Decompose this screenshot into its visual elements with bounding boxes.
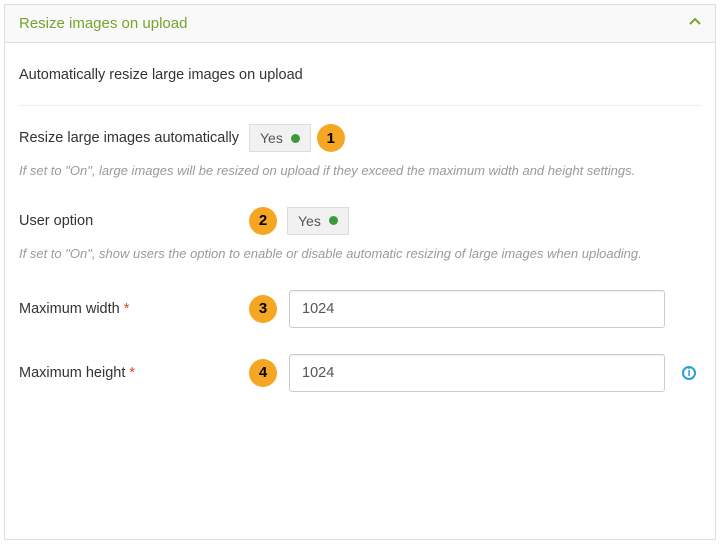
required-marker: * — [129, 365, 135, 381]
toggle-user-option-text: Yes — [298, 213, 321, 229]
panel-title: Resize images on upload — [19, 15, 187, 32]
status-dot-icon — [329, 216, 338, 225]
annotation-badge-2: 2 — [249, 207, 277, 235]
required-marker: * — [124, 301, 130, 317]
collapse-toggle-icon[interactable] — [689, 16, 701, 31]
field-max-width: Maximum width * 3 — [19, 290, 701, 328]
divider — [19, 105, 701, 106]
label-max-height: Maximum height * — [19, 365, 249, 381]
label-max-height-text: Maximum height — [19, 365, 125, 381]
section-description: Automatically resize large images on upl… — [19, 67, 701, 83]
panel-body: Automatically resize large images on upl… — [5, 43, 715, 392]
input-max-width[interactable] — [289, 290, 665, 328]
help-user-option: If set to "On", show users the option to… — [19, 245, 701, 264]
panel-header: Resize images on upload — [5, 5, 715, 43]
toggle-user-option[interactable]: Yes — [287, 207, 349, 235]
label-max-width-text: Maximum width — [19, 301, 120, 317]
annotation-badge-4: 4 — [249, 359, 277, 387]
field-resize-auto: Resize large images automatically Yes 1 — [19, 124, 701, 152]
info-icon[interactable]: i — [682, 366, 696, 380]
status-dot-icon — [291, 134, 300, 143]
annotation-badge-3: 3 — [249, 295, 277, 323]
toggle-resize-auto-text: Yes — [260, 130, 283, 146]
help-resize-auto: If set to "On", large images will be res… — [19, 162, 701, 181]
field-max-height: Maximum height * 4 i — [19, 354, 701, 392]
annotation-badge-1: 1 — [317, 124, 345, 152]
input-max-height[interactable] — [289, 354, 665, 392]
settings-panel: Resize images on upload Automatically re… — [4, 4, 716, 540]
label-resize-auto: Resize large images automatically — [19, 130, 249, 146]
toggle-resize-auto[interactable]: Yes — [249, 124, 311, 152]
field-user-option: User option 2 Yes — [19, 207, 701, 235]
label-max-width: Maximum width * — [19, 301, 249, 317]
label-user-option: User option — [19, 213, 249, 229]
